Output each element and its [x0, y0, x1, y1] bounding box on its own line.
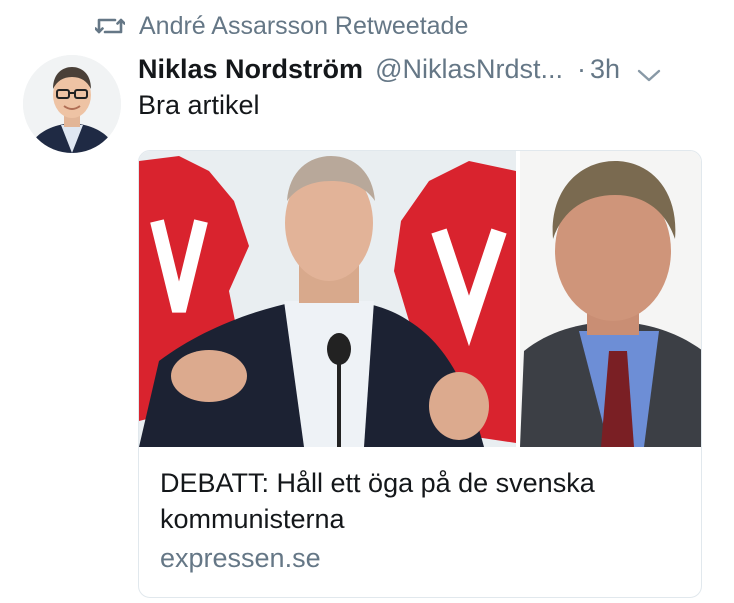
tweet-header: Niklas Nordström @NiklasNrdst... · 3h [138, 50, 718, 88]
display-name[interactable]: Niklas Nordström [138, 54, 363, 85]
chevron-down-icon[interactable] [636, 60, 662, 82]
retweet-icon [94, 14, 126, 38]
link-card[interactable]: DEBATT: Håll ett öga på de svenska kommu… [138, 150, 702, 598]
retweet-text: André Assarsson Retweetade [139, 11, 469, 40]
user-handle[interactable]: @NiklasNrdst... [375, 54, 563, 85]
avatar[interactable] [23, 55, 121, 153]
card-title[interactable]: DEBATT: Håll ett öga på de svenska kommu… [160, 465, 680, 537]
retweet-context[interactable]: André Assarsson Retweetade [94, 8, 469, 44]
timestamp[interactable]: 3h [590, 54, 620, 85]
card-image [139, 151, 701, 447]
separator-dot: · [577, 53, 586, 84]
tweet-text: Bra artikel [138, 90, 260, 120]
card-domain[interactable]: expressen.se [160, 543, 321, 574]
